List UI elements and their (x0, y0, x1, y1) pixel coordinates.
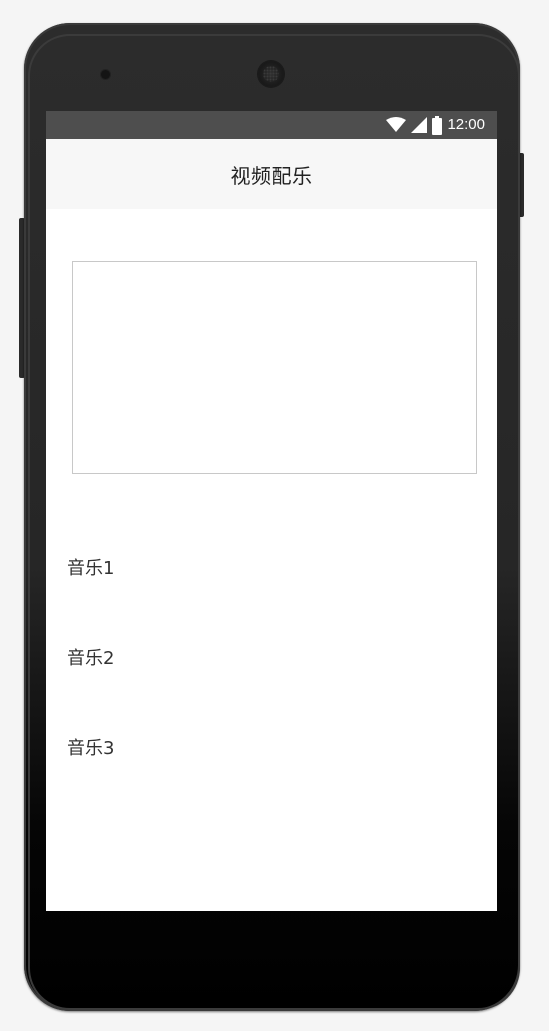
music-item-2[interactable]: 音乐2 (67, 644, 114, 670)
status-icons: 12:00 (386, 114, 485, 136)
music-item-3[interactable]: 音乐3 (67, 734, 114, 760)
status-bar: 12:00 (46, 111, 497, 139)
proximity-sensor (101, 70, 110, 79)
phone-screen: 12:00 视频配乐 音乐1 音乐2 音乐3 (46, 111, 497, 911)
status-time: 12:00 (447, 116, 485, 133)
app-bar: 视频配乐 (46, 139, 497, 209)
earpiece-speaker (258, 61, 284, 87)
music-item-1[interactable]: 音乐1 (67, 554, 114, 580)
signal-icon (411, 117, 428, 133)
battery-icon (432, 115, 443, 135)
wifi-icon (386, 117, 407, 132)
speaker-grille (263, 66, 279, 82)
video-preview[interactable] (72, 261, 477, 474)
page-title: 视频配乐 (230, 163, 313, 188)
